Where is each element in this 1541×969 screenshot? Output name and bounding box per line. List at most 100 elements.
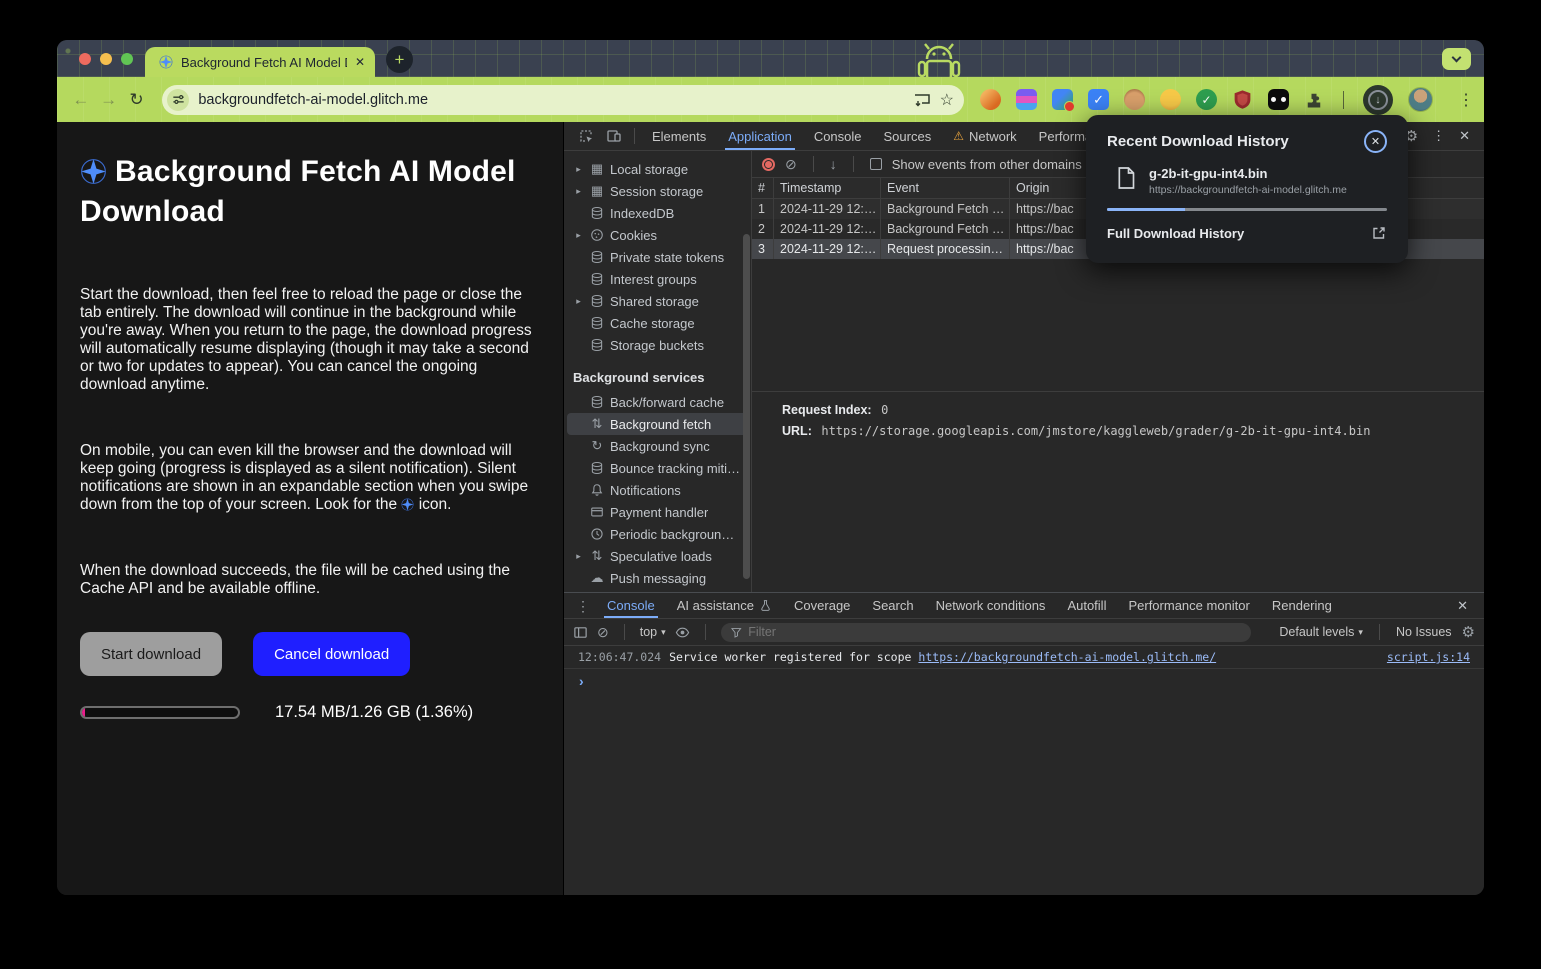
sidebar-item-indexeddb[interactable]: IndexedDB [564,202,751,224]
back-button[interactable]: ← [67,86,95,114]
drawer-tab-autofill[interactable]: Autofill [1056,593,1117,618]
clear-icon[interactable]: ⊘ [785,157,797,171]
default-levels-dropdown[interactable]: Default levels ▾ [1279,625,1363,639]
drawer-tab-rendering[interactable]: Rendering [1261,593,1343,618]
send-to-device-icon[interactable] [913,92,931,108]
expand-triangle-icon[interactable]: ▸ [573,296,584,307]
inspect-element-icon[interactable] [578,128,594,144]
extension-worker-icon[interactable] [1160,89,1181,110]
browser-menu-icon[interactable]: ⋮ [1458,90,1474,110]
live-expression-eye-icon[interactable] [675,625,690,640]
sidebar-item-background-fetch[interactable]: ⇅ Background fetch [567,413,748,435]
record-button[interactable] [762,158,775,171]
address-bar[interactable]: backgroundfetch-ai-model.glitch.me ☆ [162,85,964,115]
extension-badge-icon[interactable] [1052,89,1073,110]
col-timestamp[interactable]: Timestamp [774,178,881,198]
sidebar-item-shared-storage[interactable]: ▸ Shared storage [564,290,751,312]
sidebar-item-speculative-loads[interactable]: ▸ ⇅ Speculative loads [564,545,751,567]
drawer-close-icon[interactable]: ✕ [1457,598,1478,614]
expand-triangle-icon[interactable]: ▸ [573,186,584,197]
sidebar-item-cookies[interactable]: ▸ Cookies [564,224,751,246]
col-num[interactable]: # [752,178,774,198]
devtools-close-icon[interactable]: ✕ [1459,128,1470,144]
site-settings-icon[interactable] [167,89,189,111]
popup-close-button[interactable]: ✕ [1364,130,1387,153]
context-selector[interactable]: top ▾ [640,625,666,639]
log-link[interactable]: https://backgroundfetch-ai-model.glitch.… [918,650,1216,664]
extension-robot-eyes-icon[interactable] [1268,89,1289,110]
sidebar-item-push-messaging[interactable]: ☁ Push messaging [564,567,751,589]
console-sidebar-toggle-icon[interactable] [573,625,588,640]
sidebar-scrollbar[interactable] [743,234,750,579]
start-download-button[interactable]: Start download [80,632,222,676]
url-text[interactable]: backgroundfetch-ai-model.glitch.me [198,92,903,108]
extensions-puzzle-icon[interactable] [1304,90,1324,110]
expand-triangle-icon[interactable]: ▸ [573,551,584,562]
col-event[interactable]: Event [881,178,1010,198]
sidebar-item-session-storage[interactable]: ▸ ▦ Session storage [564,180,751,202]
zoom-window-button[interactable] [121,53,133,65]
extension-blue-check-icon[interactable]: ✓ [1088,89,1109,110]
background-services-header: Background services [564,370,751,385]
browser-tab[interactable]: Background Fetch AI Model D ✕ [145,47,375,77]
sidebar-item-back-forward-cache[interactable]: Back/forward cache [564,391,751,413]
sidebar-item-cache-storage[interactable]: Cache storage [564,312,751,334]
expand-triangle-icon[interactable]: ▸ [573,230,584,241]
cancel-download-button[interactable]: Cancel download [253,632,410,676]
devtools-menu-icon[interactable]: ⋮ [1432,128,1445,144]
clear-console-icon[interactable]: ⊘ [597,625,609,639]
drawer-menu-icon[interactable]: ⋮ [576,599,590,613]
minimize-window-button[interactable] [100,53,112,65]
prompt-chevron-icon: › [579,673,584,689]
device-toolbar-icon[interactable] [606,128,622,144]
console-settings-icon[interactable]: ⚙ [1462,625,1475,640]
drawer-tab-ai-assistance[interactable]: AI assistance [666,593,783,618]
download-item[interactable]: g-2b-it-gpu-int4.bin https://backgroundf… [1107,166,1387,196]
show-events-checkbox[interactable] [870,158,882,170]
close-window-button[interactable] [79,53,91,65]
tab-sources[interactable]: Sources [873,122,943,150]
console-filter[interactable] [721,623,1251,642]
tab-search-chevron-button[interactable] [1442,48,1471,70]
profile-avatar[interactable] [1408,87,1433,112]
sidebar-item-private-state-tokens[interactable]: Private state tokens [564,246,751,268]
sidebar-item-interest-groups[interactable]: Interest groups [564,268,751,290]
new-tab-button[interactable]: + [386,46,413,73]
sparkle-icon [80,158,107,185]
sidebar-item-periodic-background-sync[interactable]: Periodic backgroun… [564,523,751,545]
drawer-tab-console[interactable]: Console [596,593,666,618]
extension-shield-icon[interactable] [1232,89,1253,110]
tab-close-icon[interactable]: ✕ [355,55,365,69]
bookmark-star-icon[interactable]: ☆ [940,90,954,110]
full-download-history-link[interactable]: Full Download History [1107,226,1244,241]
sidebar-item-bounce-tracking[interactable]: Bounce tracking miti… [564,457,751,479]
sidebar-item-storage-buckets[interactable]: Storage buckets [564,334,751,356]
expand-triangle-icon[interactable]: ▸ [573,164,584,175]
drawer-tab-search[interactable]: Search [861,593,924,618]
no-issues-label[interactable]: No Issues [1396,625,1452,639]
tab-console[interactable]: Console [803,122,873,150]
downloads-indicator-button[interactable]: ↓ [1363,85,1393,115]
console-prompt[interactable]: › [564,669,1484,693]
sidebar-item-local-storage[interactable]: ▸ ▦ Local storage [564,158,751,180]
external-link-icon[interactable] [1371,225,1387,241]
filter-input[interactable] [748,625,1241,639]
tab-network[interactable]: ⚠ Network [942,122,1027,150]
extension-stripes-icon[interactable] [1016,89,1037,110]
drawer-tab-network-conditions[interactable]: Network conditions [925,593,1057,618]
save-events-icon[interactable]: ↓ [830,157,837,171]
tab-application[interactable]: Application [717,122,803,150]
tab-elements[interactable]: Elements [641,122,717,150]
drawer-tab-performance-monitor[interactable]: Performance monitor [1117,593,1260,618]
extension-drumstick-icon[interactable] [980,89,1001,110]
sidebar-item-payment-handler[interactable]: Payment handler [564,501,751,523]
sidebar-item-notifications[interactable]: Notifications [564,479,751,501]
reload-button[interactable]: ↻ [123,86,151,114]
drawer-tab-coverage[interactable]: Coverage [783,593,861,618]
forward-button[interactable]: → [95,86,123,114]
extension-green-check-icon[interactable]: ✓ [1196,89,1217,110]
sidebar-item-background-sync[interactable]: ↻ Background sync [564,435,751,457]
log-source-link[interactable]: script.js:14 [1387,650,1470,664]
extension-face-icon[interactable] [1124,89,1145,110]
browser-window: Background Fetch AI Model D ✕ + ← → ↻ ba… [57,40,1484,895]
